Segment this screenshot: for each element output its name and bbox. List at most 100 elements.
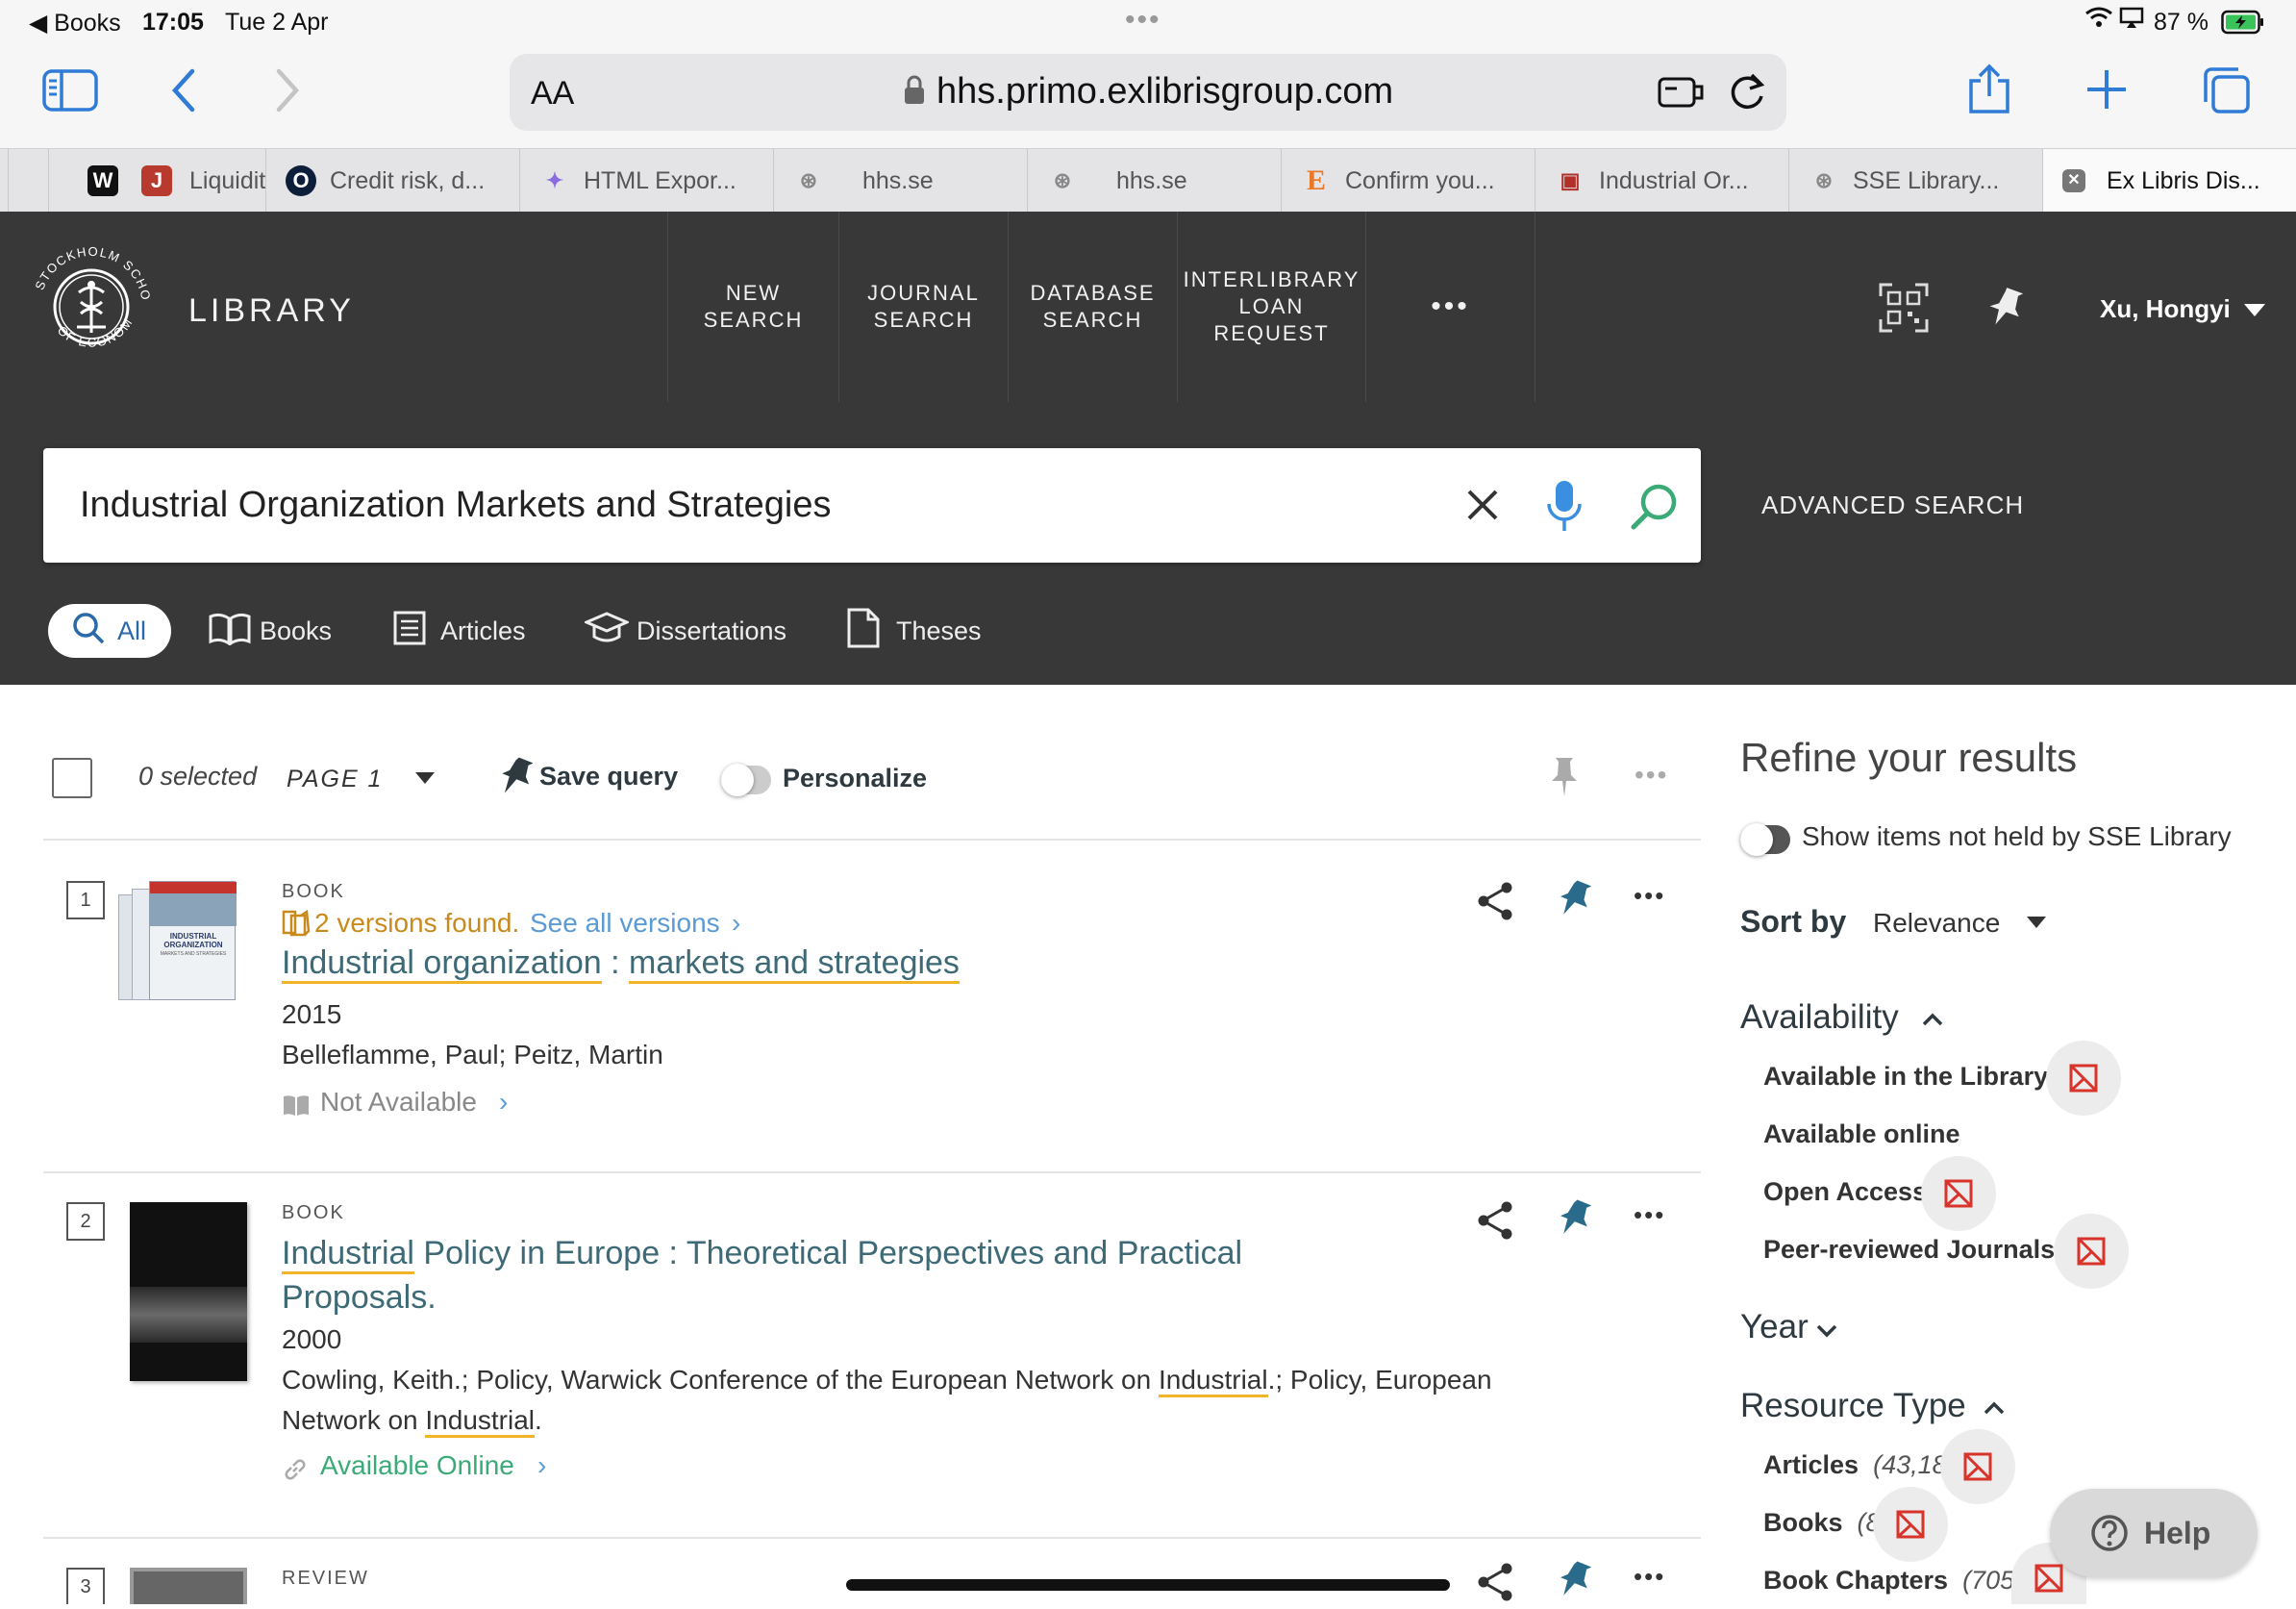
tab-4[interactable]: ⊛ hhs.se [773,149,1027,213]
sort-label: Sort by [1740,904,1846,940]
scope-articles[interactable]: Articles [392,604,526,658]
back-to-app-link[interactable]: ◀ Books [29,9,121,38]
pin-record-icon[interactable] [1559,1560,1591,1604]
tab-6[interactable]: E Confirm you... [1281,149,1535,213]
more-actions-icon[interactable]: ••• [1635,760,1668,791]
scope-all[interactable]: All [48,604,171,658]
facet-availability-heading[interactable]: Availability [1740,998,1899,1037]
exclude-facet-button[interactable] [2054,1214,2129,1289]
chevron-up-icon[interactable] [1921,1012,1944,1032]
book-cover[interactable] [130,1202,247,1381]
pin-record-icon[interactable] [1559,1198,1591,1244]
school-logo[interactable]: STOCKHOLM SCHOOL OF ECONOMICS [29,244,154,369]
tabs-overview-icon[interactable] [2200,65,2252,120]
extension-icon[interactable] [1658,73,1704,116]
help-button[interactable]: Help [2050,1489,2258,1577]
tab-8[interactable]: ⊛ SSE Library... [1788,149,2042,213]
record-title-link[interactable]: Industrial organization : markets and st… [282,941,960,985]
address-bar[interactable]: AA hhs.primo.exlibrisgroup.com [510,54,1786,131]
exclude-facet-button[interactable] [1921,1156,1996,1231]
facet-item[interactable]: Available in the Library [1763,1062,2048,1092]
chevron-up-icon[interactable] [1983,1400,2006,1420]
home-indicator[interactable] [846,1579,1450,1591]
exclude-facet-button[interactable] [1940,1429,2015,1504]
facet-item[interactable]: Book Chapters (705) [1763,1566,2023,1596]
share-icon[interactable] [1476,1200,1514,1245]
back-icon[interactable] [169,67,198,118]
advanced-search-link[interactable]: ADVANCED SEARCH [1761,490,2024,520]
library-header: STOCKHOLM SCHOOL OF ECONOMICS LIBRARY NE… [0,212,2296,685]
tab-favicon-icon: W [87,165,118,196]
more-actions-icon[interactable]: ••• [1634,1200,1665,1230]
facet-item[interactable]: Articles (43,189) [1763,1450,1970,1480]
clear-search-icon[interactable] [1466,489,1499,526]
nav-more-icon[interactable]: ••• [1365,212,1535,402]
facet-item[interactable]: Open Access [1763,1177,1927,1207]
search-icon[interactable] [1630,483,1678,536]
scope-dissertations[interactable]: Dissertations [585,604,786,658]
search-input[interactable]: Industrial Organization Markets and Stra… [80,485,832,526]
book-cover[interactable]: INDUSTRIAL ORGANIZATION MARKETS AND STRA… [118,881,249,1006]
pin-record-icon[interactable] [1559,879,1591,924]
facet-item[interactable]: Peer-reviewed Journals [1763,1235,2055,1265]
scope-theses[interactable]: Theses [846,604,982,658]
tab-1[interactable]: W J Liquidit [48,149,265,213]
facet-year-heading[interactable]: Year [1740,1308,1809,1346]
svg-text:OF ECONOMICS: OF ECONOMICS [29,244,136,350]
nav-new-search[interactable]: NEWSEARCH [667,212,838,402]
tab-7[interactable]: ▣ Industrial Or... [1535,149,1788,213]
title-part: markets and strategies [629,944,960,984]
tab-3[interactable]: ✦ HTML Expor... [519,149,773,213]
share-icon[interactable] [1476,1562,1514,1604]
availability-status[interactable]: Available Online [320,1450,514,1481]
select-all-checkbox[interactable] [52,758,92,798]
more-actions-icon[interactable]: ••• [1634,1562,1665,1592]
user-menu[interactable]: Xu, Hongyi [2100,294,2231,324]
more-actions-icon[interactable]: ••• [1634,881,1665,911]
link-icon [282,1456,309,1488]
nav-journal-search[interactable]: JOURNALSEARCH [838,212,1008,402]
url-text[interactable]: hhs.primo.exlibrisgroup.com [936,71,1393,113]
personalize-toggle[interactable] [721,766,771,794]
voice-search-icon[interactable] [1545,479,1584,538]
caret-down-icon[interactable] [2027,916,2046,933]
share-icon[interactable] [1476,881,1514,926]
qr-code-icon[interactable] [1879,283,1929,338]
tab-label: hhs.se [862,167,1045,195]
tab-2[interactable]: O Credit risk, d... [265,149,519,213]
show-not-held-toggle[interactable] [1740,825,1790,854]
see-all-versions-link[interactable]: See all versions [530,908,720,939]
sort-select[interactable]: Relevance [1873,908,2000,939]
availability-status[interactable]: Not Available [320,1087,477,1118]
book-cover[interactable] [130,1568,247,1604]
facet-resource-type-heading[interactable]: Resource Type [1740,1387,1966,1425]
tab-label: SSE Library... [1853,167,2035,195]
pin-page-icon[interactable] [1550,756,1579,803]
chevron-down-icon[interactable] [1815,1323,1838,1344]
caret-down-icon[interactable] [2244,304,2265,322]
reload-icon[interactable] [1729,71,1767,116]
new-tab-icon[interactable] [2084,67,2129,116]
pinned-items-icon[interactable] [1988,287,2023,334]
page-selector[interactable]: PAGE 1 [287,766,383,793]
author-highlight: Industrial [1159,1365,1268,1397]
text-size-button[interactable]: AA [531,75,574,113]
close-tab-icon[interactable]: ✕ [2062,169,2085,192]
multitask-dots-icon[interactable]: ••• [1125,4,1161,37]
tab-9-active[interactable]: ✕ Ex Libris Dis... [2042,149,2296,213]
save-query-button[interactable]: Save query [539,762,678,792]
nav-interlibrary-loan[interactable]: INTERLIBRARYLOANREQUEST [1177,212,1365,402]
library-title[interactable]: LIBRARY [188,292,355,330]
nav-database-search[interactable]: DATABASESEARCH [1008,212,1177,402]
exclude-facet-button[interactable] [2046,1041,2121,1116]
exclude-facet-button[interactable] [1873,1487,1948,1562]
search-box: Industrial Organization Markets and Stra… [43,448,1701,563]
record-title-link[interactable]: Industrial Policy in Europe : Theoretica… [282,1231,1339,1320]
scope-books[interactable]: Books [208,604,332,658]
facet-item[interactable]: Available online [1763,1119,1960,1149]
tab-5[interactable]: ⊛ hhs.se [1027,149,1281,213]
caret-down-icon[interactable] [415,771,435,789]
share-icon[interactable] [1965,63,2013,120]
forward-icon[interactable] [273,67,302,118]
sidebar-icon[interactable] [42,67,98,118]
